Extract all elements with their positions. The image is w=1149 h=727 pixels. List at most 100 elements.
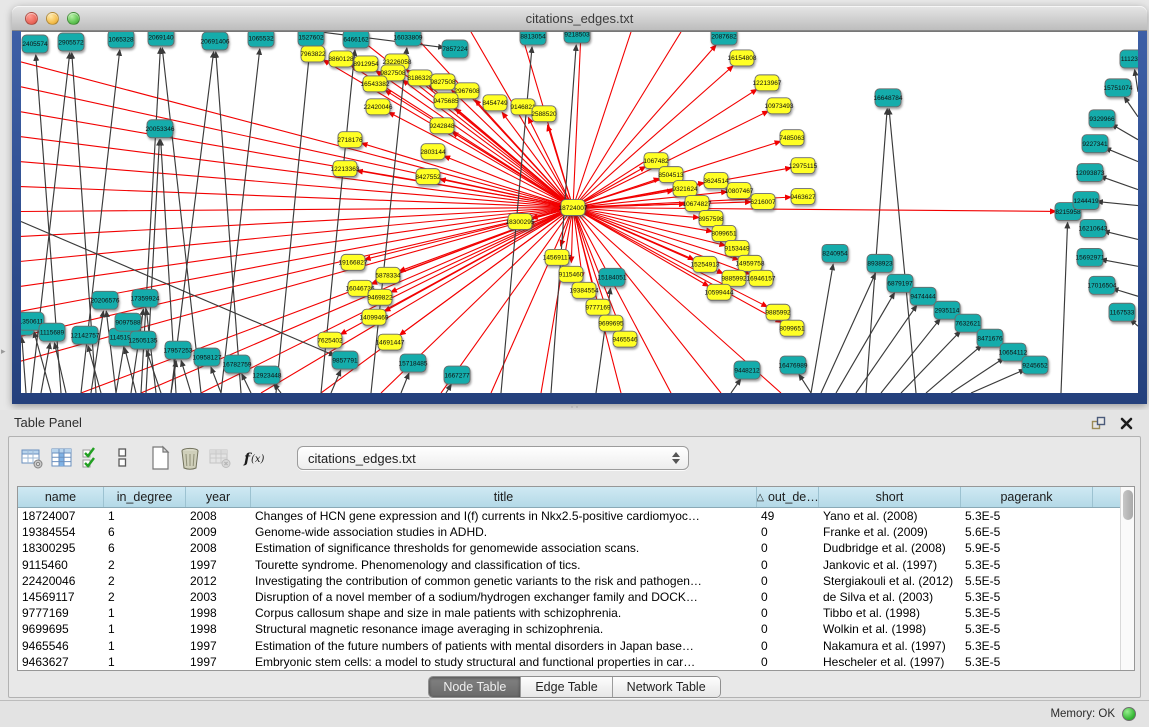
- table-scrollbar[interactable]: [1120, 487, 1134, 670]
- network-window-titlebar[interactable]: citations_edges.txt: [12, 6, 1147, 31]
- graph-node[interactable]: 16648784: [874, 89, 903, 107]
- graph-node[interactable]: 2588520: [531, 106, 557, 122]
- graph-node[interactable]: 12213967: [753, 75, 782, 91]
- graph-node[interactable]: 6216007: [750, 194, 776, 210]
- graph-node[interactable]: 8099651: [711, 225, 737, 241]
- column-header-title[interactable]: title: [251, 487, 757, 507]
- graph-node[interactable]: 8860128: [328, 51, 354, 67]
- graph-node[interactable]: 12975115: [789, 158, 818, 174]
- graph-node[interactable]: 2405574: [22, 35, 48, 53]
- function-builder-icon[interactable]: f (x): [241, 445, 271, 471]
- table-row[interactable]: 1456911722003Disruption of a novel membe…: [18, 589, 1134, 605]
- close-window-button[interactable]: [25, 12, 38, 25]
- graph-node[interactable]: 9115460: [559, 266, 584, 282]
- graph-node[interactable]: 2905572: [58, 33, 84, 51]
- table-row[interactable]: 1872400712008Changes of HCN gene express…: [18, 508, 1134, 524]
- graph-node[interactable]: 14691447: [376, 334, 405, 350]
- graph-node[interactable]: 14569117: [543, 249, 572, 265]
- graph-node[interactable]: 9227341: [1082, 135, 1108, 153]
- graph-node[interactable]: 2069140: [148, 32, 174, 46]
- graph-node[interactable]: 10599444: [705, 284, 734, 300]
- delete-table-icon[interactable]: [175, 445, 205, 471]
- graph-node[interactable]: 6879197: [887, 274, 913, 292]
- graph-node[interactable]: 14099469: [360, 309, 389, 325]
- graph-node[interactable]: 18300295: [506, 213, 535, 229]
- graph-node[interactable]: 12923448: [253, 366, 282, 384]
- graph-node[interactable]: 6466162: [343, 32, 369, 48]
- table-row[interactable]: 946554611997Estimation of the future num…: [18, 638, 1134, 654]
- graph-node[interactable]: 9474444: [910, 287, 936, 305]
- graph-node[interactable]: 20206576: [91, 291, 120, 309]
- graph-node[interactable]: 15184051: [598, 268, 627, 286]
- graph-node[interactable]: 9469822: [367, 289, 393, 305]
- graph-node[interactable]: 18724007: [559, 200, 588, 216]
- select-columns-icon[interactable]: [77, 445, 107, 471]
- graph-node[interactable]: 9218503: [564, 32, 590, 43]
- graph-node[interactable]: 9885992: [765, 304, 791, 320]
- row-height-icon[interactable]: [107, 445, 137, 471]
- graph-node[interactable]: 22420046: [364, 99, 393, 115]
- graph-node[interactable]: 10807467: [725, 183, 754, 199]
- graph-node[interactable]: 1065328: [108, 32, 134, 48]
- graph-node[interactable]: 8427552: [415, 169, 441, 185]
- import-table-icon[interactable]: [205, 445, 235, 471]
- graph-node[interactable]: 16543382: [361, 76, 390, 92]
- graph-node[interactable]: 8938923: [867, 254, 893, 272]
- graph-node[interactable]: 20053346: [146, 120, 175, 138]
- graph-node[interactable]: 8099651: [779, 320, 805, 336]
- column-header-pagerank[interactable]: pagerank: [961, 487, 1093, 507]
- graph-node[interactable]: 16210643: [1079, 219, 1108, 237]
- column-header-name[interactable]: name: [18, 487, 104, 507]
- graph-node[interactable]: 7485063: [779, 130, 805, 146]
- table-row[interactable]: 969969511998Structural magnetic resonanc…: [18, 621, 1134, 637]
- table-scrollbar-thumb[interactable]: [1123, 490, 1133, 520]
- graph-node[interactable]: 7625402: [317, 332, 343, 348]
- graph-node[interactable]: 15254913: [691, 256, 720, 272]
- graph-node[interactable]: 14959758: [736, 255, 765, 271]
- graph-node[interactable]: 9777169: [585, 299, 611, 315]
- graph-node[interactable]: 8957598: [698, 211, 724, 227]
- graph-node[interactable]: 7857224: [442, 40, 468, 58]
- graph-node[interactable]: 8912954: [353, 56, 379, 72]
- graph-node[interactable]: 1115689: [39, 323, 65, 341]
- tab-edge-table[interactable]: Edge Table: [521, 677, 612, 697]
- graph-node[interactable]: 9475685: [433, 93, 459, 109]
- graph-node[interactable]: 3624514: [703, 173, 729, 189]
- column-header-short[interactable]: short: [819, 487, 961, 507]
- graph-node[interactable]: 10958127: [193, 348, 222, 366]
- graph-node[interactable]: 8240954: [822, 244, 848, 262]
- graph-node[interactable]: 5878334: [375, 267, 401, 283]
- graph-node[interactable]: 7963822: [300, 46, 326, 62]
- table-selector[interactable]: citations_edges.txt: [297, 446, 689, 470]
- graph-node[interactable]: 10973493: [765, 98, 794, 114]
- show-columns-icon[interactable]: [47, 445, 77, 471]
- column-header-in_degree[interactable]: in_degree: [104, 487, 186, 507]
- graph-node[interactable]: 9827508: [430, 74, 456, 90]
- graph-node[interactable]: 1112345: [1120, 50, 1138, 68]
- graph-node[interactable]: 9245652: [1022, 356, 1048, 374]
- close-panel-icon[interactable]: [1117, 414, 1135, 432]
- table-row[interactable]: 1938455462009Genome-wide association stu…: [18, 524, 1134, 540]
- graph-node[interactable]: 9448212: [734, 361, 760, 379]
- zoom-window-button[interactable]: [67, 12, 80, 25]
- graph-node[interactable]: 9097588: [115, 313, 141, 331]
- table-row[interactable]: 977716911998Corpus callosum shape and si…: [18, 605, 1134, 621]
- network-canvas[interactable]: 1872400779638228860128891295423226058982…: [21, 31, 1138, 393]
- new-table-icon[interactable]: [145, 445, 175, 471]
- tab-node-table[interactable]: Node Table: [429, 677, 521, 697]
- graph-node[interactable]: 15718485: [399, 354, 428, 372]
- table-mode-icon[interactable]: [17, 445, 47, 471]
- graph-node[interactable]: 2718176: [337, 132, 363, 148]
- graph-node[interactable]: 2803144: [420, 144, 446, 160]
- panel-collapse-arrow-icon[interactable]: ▸: [1, 346, 6, 357]
- graph-node[interactable]: 12505135: [129, 331, 158, 349]
- graph-node[interactable]: 9242848: [429, 118, 455, 134]
- graph-node[interactable]: 15751074: [1104, 79, 1133, 97]
- graph-node[interactable]: 17016504: [1088, 276, 1117, 294]
- graph-node[interactable]: 12213363: [331, 161, 360, 177]
- graph-node[interactable]: 9699695: [598, 315, 624, 331]
- table-row[interactable]: 2242004622012Investigating the contribut…: [18, 573, 1134, 589]
- graph-node[interactable]: 9329966: [1089, 110, 1115, 128]
- graph-node[interactable]: 19384554: [570, 282, 599, 298]
- table-row[interactable]: 1830029562008Estimation of significance …: [18, 540, 1134, 556]
